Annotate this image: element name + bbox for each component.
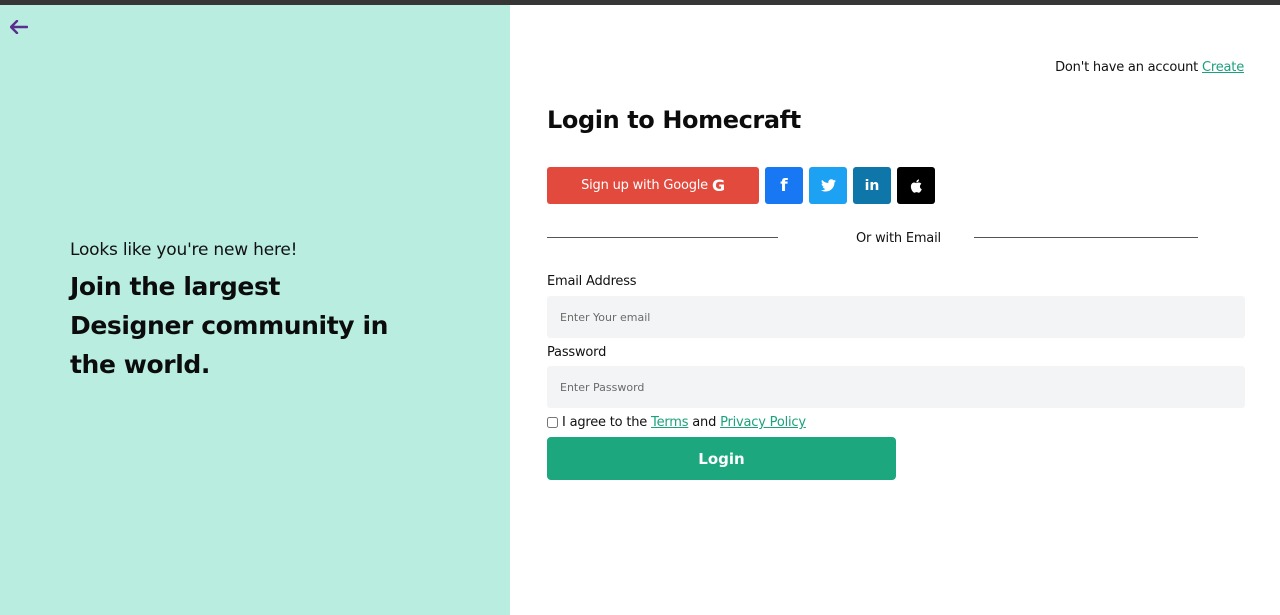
create-account-link[interactable]: Create xyxy=(1202,60,1244,75)
terms-checkbox[interactable] xyxy=(547,417,558,428)
page-title: Login to Homecraft xyxy=(547,106,801,134)
login-panel: Don't have an account Create Login to Ho… xyxy=(510,5,1280,615)
signup-prompt: Don't have an account Create xyxy=(1055,60,1244,75)
twitter-icon xyxy=(820,179,836,192)
divider-text: Or with Email xyxy=(856,231,941,246)
google-icon: G xyxy=(711,176,725,195)
terms-link[interactable]: Terms xyxy=(651,415,688,430)
linkedin-login-button[interactable]: in xyxy=(853,167,891,204)
password-field[interactable] xyxy=(547,366,1245,408)
facebook-login-button[interactable]: f xyxy=(765,167,803,204)
divider-line-right xyxy=(974,237,1198,238)
welcome-headline: Join the largest Designer community in t… xyxy=(70,272,389,379)
facebook-icon: f xyxy=(780,175,788,196)
twitter-login-button[interactable] xyxy=(809,167,847,204)
google-signup-label: Sign up with Google xyxy=(581,178,708,193)
login-button[interactable]: Login xyxy=(547,437,896,480)
divider-line-left xyxy=(547,237,778,238)
email-field[interactable] xyxy=(547,296,1245,338)
and-text: and xyxy=(692,415,717,430)
email-label: Email Address xyxy=(547,274,637,289)
arrow-left-icon xyxy=(10,20,28,34)
apple-login-button[interactable] xyxy=(897,167,935,204)
privacy-policy-link[interactable]: Privacy Policy xyxy=(720,415,806,430)
social-login-row: Sign up with Google G f in xyxy=(547,167,935,204)
password-label: Password xyxy=(547,345,607,360)
login-button-label: Login xyxy=(698,449,745,468)
terms-agreement: I agree to the Terms and Privacy Policy xyxy=(547,415,806,430)
google-signup-button[interactable]: Sign up with Google G xyxy=(547,167,759,204)
linkedin-icon: in xyxy=(864,177,880,194)
agree-prefix-text: I agree to the xyxy=(562,415,648,430)
apple-icon xyxy=(910,178,922,193)
welcome-text: Looks like you're new here! Join the lar… xyxy=(70,239,410,384)
welcome-panel: Looks like you're new here! Join the lar… xyxy=(0,5,510,615)
back-button[interactable] xyxy=(8,17,30,37)
welcome-subtitle: Looks like you're new here! xyxy=(70,240,298,260)
account-prompt-text: Don't have an account xyxy=(1055,60,1199,75)
